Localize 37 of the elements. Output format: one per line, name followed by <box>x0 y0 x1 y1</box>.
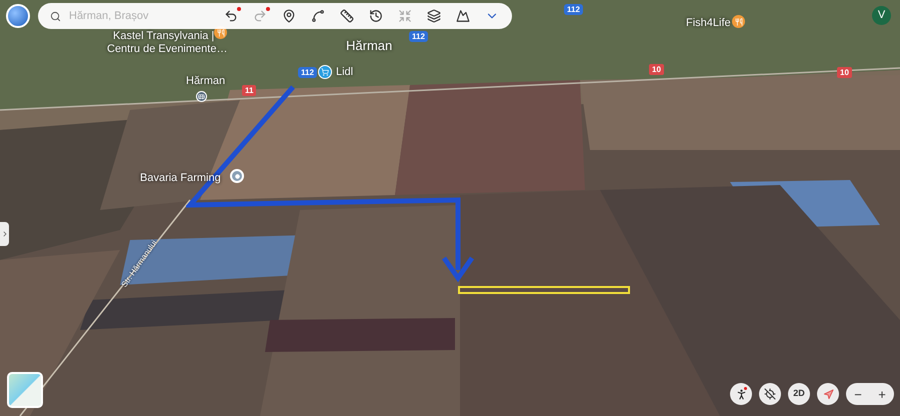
pin-button[interactable] <box>281 8 297 24</box>
map-label: Lidl <box>336 66 354 79</box>
ruler-button[interactable] <box>339 8 355 24</box>
map-label: Fish4Life <box>686 17 731 30</box>
map-label: Kastel Transylvania | <box>113 30 214 43</box>
road-number: 10 <box>649 64 664 75</box>
path-button[interactable] <box>310 8 326 24</box>
road-number: 112 <box>298 67 317 78</box>
road-number: 10 <box>837 67 852 78</box>
road-number: 112 <box>409 31 428 42</box>
ruler-icon <box>340 9 354 23</box>
map-thumbnail[interactable] <box>7 372 43 408</box>
side-panel-tab[interactable] <box>0 222 9 246</box>
road-number: 11 <box>242 85 256 96</box>
compass-arrow-icon <box>822 388 834 400</box>
road-number: 112 <box>564 4 583 15</box>
map-label: Hărman <box>346 37 392 55</box>
map-label: Hărman <box>186 75 226 88</box>
undo-button[interactable] <box>223 8 239 24</box>
layers-icon <box>427 9 441 23</box>
person-icon <box>734 388 748 400</box>
path-icon <box>311 9 325 23</box>
history-button[interactable] <box>368 8 384 24</box>
history-icon <box>369 9 383 23</box>
map-label: Centru de Evenimente… <box>107 43 228 56</box>
layers-button[interactable] <box>426 8 442 24</box>
crossed-target-icon <box>764 388 776 400</box>
search-icon <box>50 10 61 22</box>
pin-icon <box>282 9 296 23</box>
crossed-arrows-icon <box>398 9 412 23</box>
mountain-button[interactable] <box>455 8 471 24</box>
undo-icon <box>224 9 238 23</box>
mountain-icon <box>456 9 470 23</box>
search-field[interactable]: Hărman, Brașov <box>69 8 199 24</box>
zoom-out-button[interactable]: − <box>854 388 862 400</box>
redo-icon <box>253 9 267 23</box>
zoom-in-button[interactable]: + <box>878 388 886 400</box>
